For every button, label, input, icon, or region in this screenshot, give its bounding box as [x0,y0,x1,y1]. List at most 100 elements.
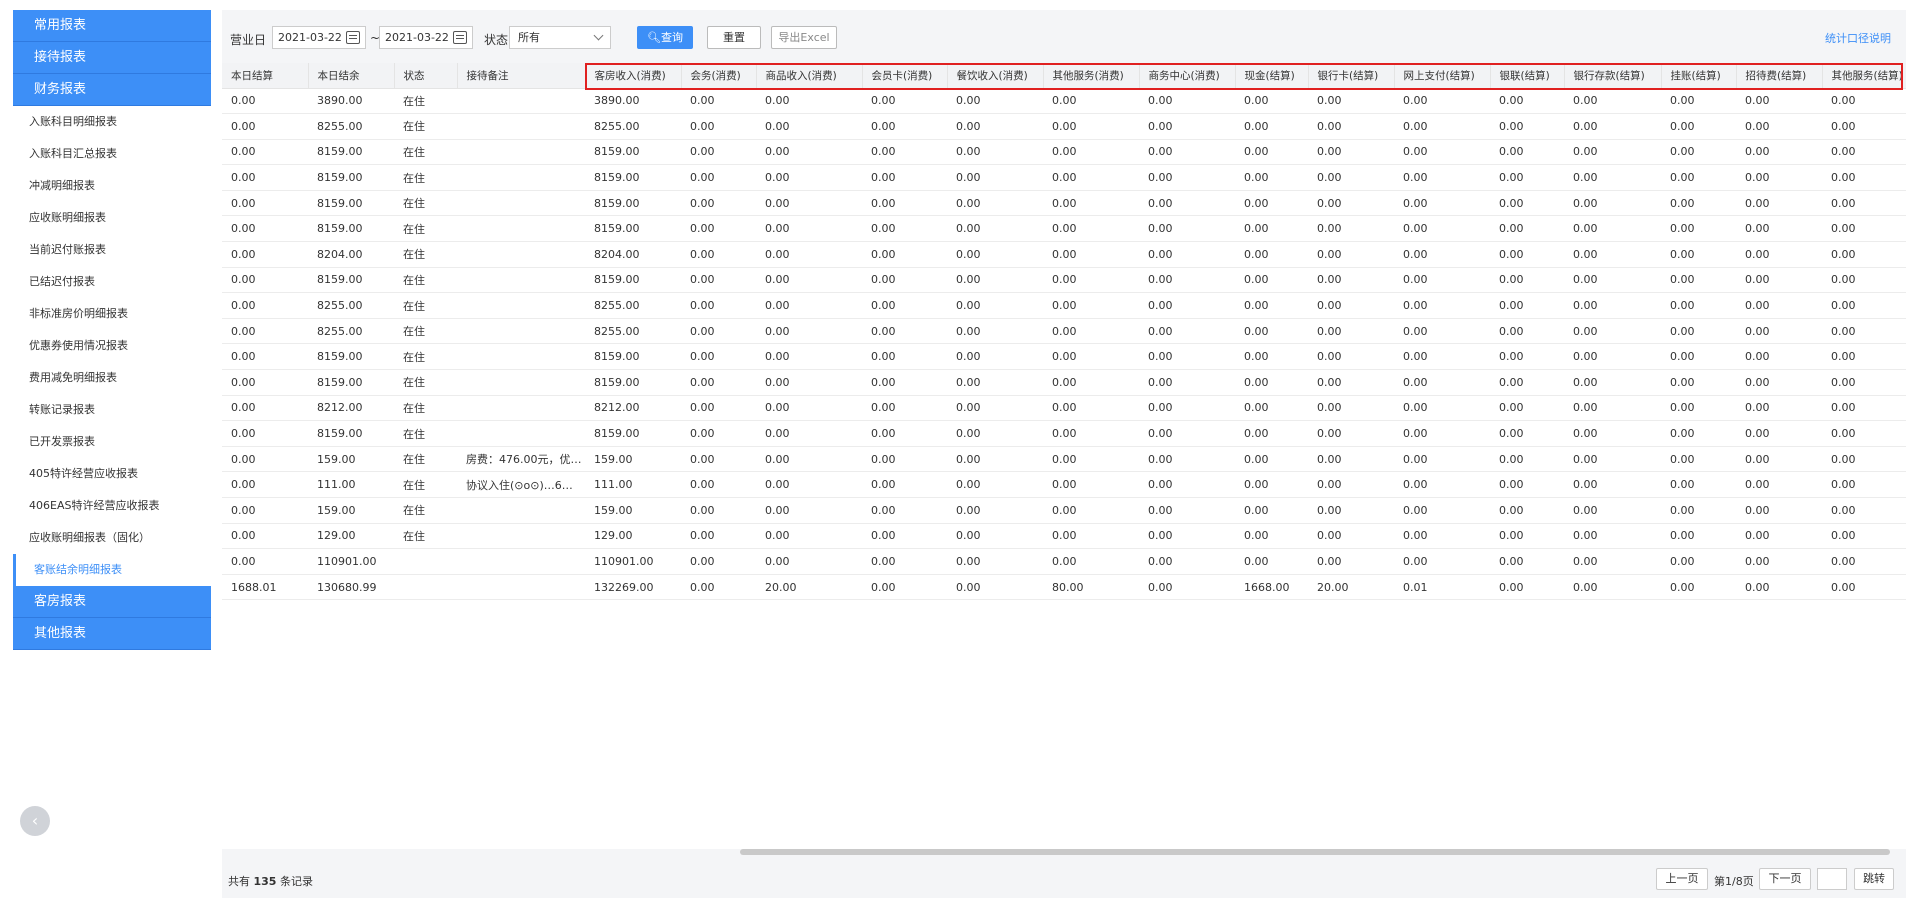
table-row[interactable]: 0.00 8159.00 在住 8159.00 0.00 0.00 0.00 0.00 0.00… [222,369,1906,396]
sidebar-item[interactable]: 当前迟付账报表 [13,234,211,266]
sidebar-item[interactable]: 转账记录报表 [13,394,211,426]
calendar-icon[interactable] [453,31,467,44]
table-row[interactable]: 0.00 159.00 在住 159.00 0.00 0.00 0.00 0.00 0.00 0.… [222,497,1906,524]
jump-button[interactable]: 跳转 [1854,868,1894,890]
sidebar-item[interactable]: 405特许经营应收报表 [13,458,211,490]
table-cell: 0.00 [756,241,862,268]
sidebar-item[interactable]: 费用减免明细报表 [13,362,211,394]
sidebar-group[interactable]: 其他报表 [13,618,211,650]
sidebar-item[interactable]: 406EAS特许经营应收报表 [13,490,211,522]
date-to-input[interactable]: 2021-03-22 [379,26,473,49]
table-cell: 0.00 [1235,267,1308,294]
table-row[interactable]: 0.00 8212.00 在住 8212.00 0.00 0.00 0.00 0.00 0.00… [222,395,1906,422]
table-header-row: 本日结算 本日结余 状态 接待备注 客房收入(消费) 会务(消费) 商品收入(消费) 会员卡(… [222,63,1906,89]
table-row[interactable]: 0.00 8159.00 在住 8159.00 0.00 0.00 0.00 0.00 0.00… [222,190,1906,217]
table-cell: 0.00 [1564,113,1661,140]
table-cell: 0.00 [756,369,862,396]
query-button[interactable]: 🔍︎查询 [637,26,693,49]
table-cell: 0.00 [1661,574,1736,601]
table-cell: 0.00 [1043,343,1139,371]
table-cell: 0.00 [1043,420,1139,447]
table-cell: 0.00 [1490,241,1564,268]
table-cell: 0.00 [1139,267,1235,294]
date-to-value: 2021-03-22 [385,31,449,44]
table-row[interactable]: 0.00 8159.00 在住 8159.00 0.00 0.00 0.00 0.00 0.00… [222,420,1906,447]
table-cell: 0.00 [1661,420,1736,447]
table-cell: 0.00 [681,343,756,371]
table-cell: 在住 [394,395,457,422]
sidebar-item[interactable]: 应收账明细报表（固化） [13,522,211,554]
table-row[interactable]: 0.00 3890.00 在住 3890.00 0.00 0.00 0.00 0.00 0.00… [222,88,1906,115]
table-cell: 0.00 [947,190,1043,217]
table-row[interactable]: 0.00 8159.00 在住 8159.00 0.00 0.00 0.00 0.00 0.00… [222,164,1906,191]
report-table: 本日结算 本日结余 状态 接待备注 客房收入(消费) 会务(消费) 商品收入(消费) 会员卡(… [222,63,1906,601]
table-cell: 0.00 [1235,190,1308,217]
sidebar-item[interactable]: 非标准房价明细报表 [13,298,211,330]
sidebar-item[interactable]: 入账科目明细报表 [13,106,211,138]
table-cell: 0.00 [1139,318,1235,345]
column-header: 状态 [394,63,458,89]
sidebar-group[interactable]: 常用报表 [13,10,211,42]
table-row[interactable]: 0.00 8159.00 在住 8159.00 0.00 0.00 0.00 0.00 0.00… [222,343,1906,371]
table-cell: 0.00 [1043,88,1139,115]
table-cell: 0.00 [1736,164,1822,191]
sidebar-group[interactable]: 客房报表 [13,586,211,618]
sidebar-item[interactable]: 优惠券使用情况报表 [13,330,211,362]
table-cell: 0.00 [222,215,308,243]
table-row[interactable]: 1688.01 130680.99 132269.00 0.00 20.00 0.00 0.… [222,574,1906,601]
prev-page-button[interactable]: 上一页 [1656,868,1708,890]
table-cell [457,574,585,601]
table-row[interactable]: 0.00 8159.00 在住 8159.00 0.00 0.00 0.00 0.00 0.00… [222,267,1906,294]
export-excel-button[interactable]: 导出Excel [771,26,837,49]
table-cell: 0.00 [756,215,862,243]
table-row[interactable]: 0.00 8159.00 在住 8159.00 0.00 0.00 0.00 0.00 0.00… [222,215,1906,243]
table-cell: 0.00 [1139,369,1235,396]
page-jump-input[interactable] [1817,868,1847,890]
table-cell: 0.00 [1564,343,1661,371]
reset-button[interactable]: 重置 [707,26,761,49]
horizontal-scrollbar[interactable] [740,849,1890,855]
sidebar-group[interactable]: 接待报表 [13,42,211,74]
table-cell: 0.00 [1394,497,1490,524]
status-select[interactable]: 所有 [509,26,611,49]
sidebar-item[interactable]: 冲减明细报表 [13,170,211,202]
table-cell: 0.00 [1394,395,1490,422]
sidebar-item[interactable]: 客账结余明细报表 [13,554,211,586]
column-header: 挂账(结算) [1661,63,1737,89]
table-row[interactable]: 0.00 110901.00 110901.00 0.00 0.00 0.00 0.00 0.… [222,548,1906,575]
table-cell: 0.00 [1308,497,1394,524]
column-header: 会务(消费) [681,63,757,89]
stats-description-link[interactable]: 统计口径说明 [1825,30,1891,46]
table-cell: 0.00 [1564,574,1661,601]
table-row[interactable]: 0.00 8204.00 在住 8204.00 0.00 0.00 0.00 0.00 0.00… [222,241,1906,268]
table-cell: 在住 [394,88,457,115]
sidebar-item[interactable]: 已结迟付报表 [13,266,211,298]
table-row[interactable]: 0.00 129.00 在住 129.00 0.00 0.00 0.00 0.00 0.00 0.… [222,523,1906,550]
table-cell: 0.01 [1394,574,1490,601]
table-cell: 0.00 [1822,497,1906,524]
table-row[interactable]: 0.00 8255.00 在住 8255.00 0.00 0.00 0.00 0.00 0.00… [222,292,1906,319]
table-cell: 0.00 [1564,164,1661,191]
table-cell: 0.00 [1822,574,1906,601]
next-page-button[interactable]: 下一页 [1759,868,1811,890]
collapse-sidebar-icon[interactable]: ‹ [20,806,50,836]
table-row[interactable]: 0.00 8159.00 在住 8159.00 0.00 0.00 0.00 0.00 0.00… [222,139,1906,166]
sidebar-item[interactable]: 入账科目汇总报表 [13,138,211,170]
table-cell: 0.00 [1490,420,1564,447]
table-row[interactable]: 0.00 111.00 在住 协议入住(⊙o⊙)…6… 111.00 0.00 0.00 0.… [222,471,1906,498]
table-cell: 0.00 [947,343,1043,371]
sidebar-item[interactable]: 已开发票报表 [13,426,211,458]
table-cell: 0.00 [1736,523,1822,550]
table-row[interactable]: 0.00 159.00 在住 房费：476.00元，优… 159.00 0.00 0.00 0… [222,446,1906,473]
table-row[interactable]: 0.00 8255.00 在住 8255.00 0.00 0.00 0.00 0.00 0.00… [222,318,1906,345]
table-cell: 0.00 [1043,318,1139,345]
table-cell: 0.00 [222,318,308,345]
table-cell: 0.00 [222,164,308,191]
calendar-icon[interactable] [346,31,360,44]
table-row[interactable]: 0.00 8255.00 在住 8255.00 0.00 0.00 0.00 0.00 0.00… [222,113,1906,140]
page-info: 第1/8页 [1714,875,1754,888]
sidebar-group[interactable]: 财务报表 [13,74,211,106]
sidebar-item[interactable]: 应收账明细报表 [13,202,211,234]
date-from-input[interactable]: 2021-03-22 [272,26,366,49]
table-cell: 159.00 [308,497,394,524]
